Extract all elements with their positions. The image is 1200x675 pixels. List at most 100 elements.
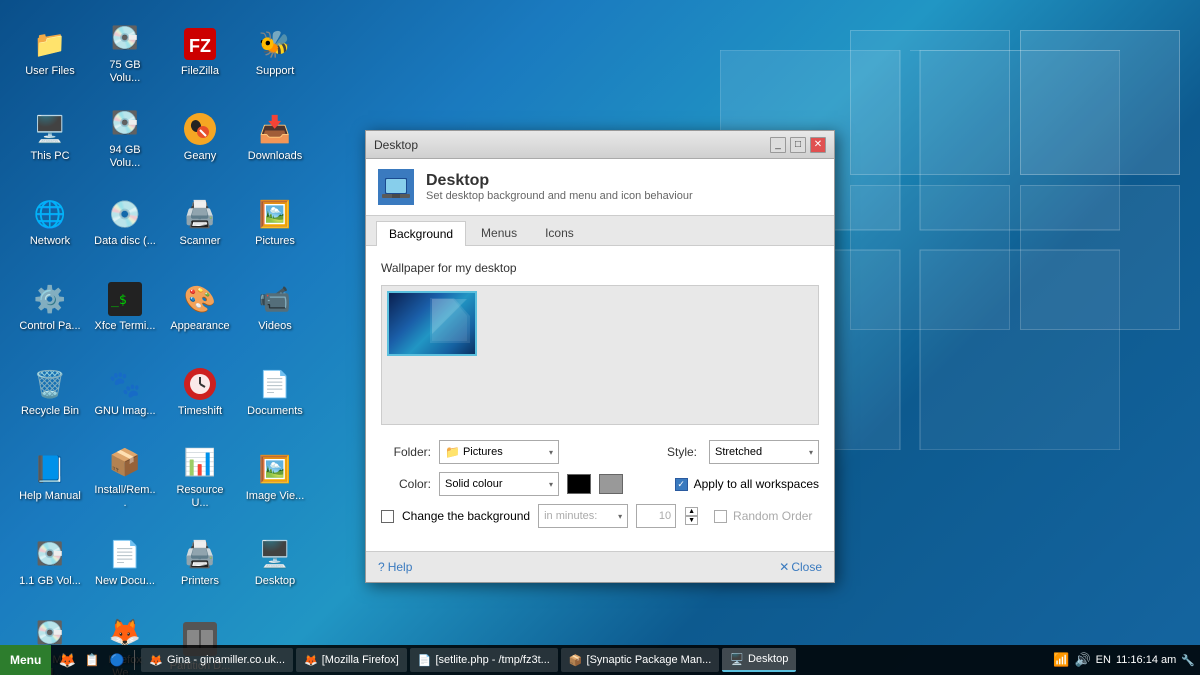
icon-appearance[interactable]: 🎨 Appearance — [165, 270, 235, 345]
icon-image-viewer[interactable]: 🖼️ Image Vie... — [240, 440, 310, 515]
change-bg-checkbox[interactable] — [381, 510, 394, 523]
tab-icons[interactable]: Icons — [532, 220, 587, 245]
dialog-app-icon — [378, 169, 414, 205]
dialog-titlebar: Desktop _ □ ✕ — [366, 131, 834, 159]
icon-user-files-label: User Files — [25, 65, 75, 78]
taskbar-icon-3[interactable]: 🔵 — [106, 649, 128, 671]
icon-geany-label: Geany — [184, 150, 216, 163]
taskbar-app-mozilla[interactable]: 🦊 [Mozilla Firefox] — [296, 648, 407, 672]
taskbar-icon-1[interactable]: 🦊 — [56, 649, 78, 671]
color-swatch-gray[interactable] — [599, 474, 623, 494]
wallpaper-grid[interactable] — [381, 285, 819, 425]
icon-help-manual[interactable]: 📘 Help Manual — [15, 440, 85, 515]
taskbar-tray-icon-3[interactable]: EN — [1096, 654, 1111, 666]
icon-control-panel[interactable]: ⚙️ Control Pa... — [15, 270, 85, 345]
icon-11gb-label: 1.1 GB Vol... — [19, 575, 81, 588]
minutes-input[interactable] — [636, 504, 676, 528]
taskbar-app-synaptic-icon: 📦 — [569, 654, 583, 667]
folder-label: Folder: — [381, 445, 431, 459]
tab-background[interactable]: Background — [376, 221, 466, 246]
minutes-up[interactable]: ▲ — [685, 507, 698, 516]
dialog-tabs: Background Menus Icons — [366, 216, 834, 246]
icon-gnu-image[interactable]: 🐾 GNU Imag... — [90, 355, 160, 430]
minutes-spinner: ▲ ▼ — [685, 507, 698, 525]
minutes-select[interactable]: in minutes: ▾ — [538, 504, 628, 528]
taskbar-app-setlite-icon: 📄 — [418, 654, 432, 667]
color-select[interactable]: Solid colour ▾ — [439, 472, 559, 496]
dialog-header: Desktop Set desktop background and menu … — [366, 159, 834, 216]
taskbar-app-desktop[interactable]: 🖥️ Desktop — [722, 648, 796, 672]
dialog-minimize-button[interactable]: _ — [770, 137, 786, 153]
icon-94gb[interactable]: 💽 94 GB Volu... — [90, 100, 160, 175]
taskbar-app-gina-icon: 🦊 — [149, 654, 163, 667]
taskbar-app-synaptic[interactable]: 📦 [Synaptic Package Man... — [561, 648, 719, 672]
style-select[interactable]: Stretched ▾ — [709, 440, 819, 464]
dialog-maximize-button[interactable]: □ — [790, 137, 806, 153]
taskbar-app-setlite[interactable]: 📄 [setlite.php - /tmp/fz3t... — [410, 648, 558, 672]
help-button[interactable]: ? Help — [378, 560, 412, 574]
icon-documents[interactable]: 📄 Documents — [240, 355, 310, 430]
icon-recycle-bin[interactable]: 🗑️ Recycle Bin — [15, 355, 85, 430]
icon-data-disc[interactable]: 💿 Data disc (... — [90, 185, 160, 260]
icon-11gb[interactable]: 💽 1.1 GB Vol... — [15, 525, 85, 600]
close-button[interactable]: ✕ Close — [779, 560, 822, 574]
icon-pictures[interactable]: 🖼️ Pictures — [240, 185, 310, 260]
icon-control-panel-label: Control Pa... — [19, 320, 80, 333]
taskbar-app-desktop-label: Desktop — [748, 653, 788, 665]
icon-filezilla[interactable]: FZ FileZilla — [165, 15, 235, 90]
minutes-down[interactable]: ▼ — [685, 516, 698, 525]
icon-new-document[interactable]: 📄 New Docu... — [90, 525, 160, 600]
apply-workspaces-label: Apply to all workspaces — [694, 477, 819, 491]
icon-recycle-bin-label: Recycle Bin — [21, 405, 79, 418]
icon-support[interactable]: 🐝 Support — [240, 15, 310, 90]
folder-select[interactable]: 📁 Pictures ▾ — [439, 440, 559, 464]
icon-scanner[interactable]: 🖨️ Scanner — [165, 185, 235, 260]
taskbar-tray-icon-1[interactable]: 📶 — [1053, 652, 1069, 668]
folder-select-arrow: ▾ — [549, 448, 553, 457]
icon-network-label: Network — [30, 235, 70, 248]
icon-geany[interactable]: Geany — [165, 100, 235, 175]
icon-install-remove[interactable]: 📦 Install/Rem... — [90, 440, 160, 515]
icon-data-disc-label: Data disc (... — [94, 235, 156, 248]
apply-workspaces-checkbox[interactable] — [675, 478, 688, 491]
color-select-arrow: ▾ — [549, 480, 553, 489]
icon-timeshift[interactable]: Timeshift — [165, 355, 235, 430]
icon-this-pc[interactable]: 🖥️ This PC — [15, 100, 85, 175]
icon-94gb-label: 94 GB Volu... — [94, 144, 156, 170]
desktop: 📁 User Files 💽 75 GB Volu... FZ FileZill… — [0, 0, 1200, 675]
icon-resource-u[interactable]: 📊 Resource U... — [165, 440, 235, 515]
taskbar-icon-2[interactable]: 📋 — [81, 649, 103, 671]
start-menu-button[interactable]: Menu — [0, 645, 51, 675]
icon-xfce-terminal[interactable]: _$ Xfce Termi... — [90, 270, 160, 345]
help-label: Help — [388, 560, 413, 574]
icon-downloads-label: Downloads — [248, 150, 302, 163]
icon-desktop-label: Desktop — [255, 575, 295, 588]
in-minutes-value: in minutes: — [544, 510, 618, 522]
desktop-dialog: Desktop _ □ ✕ Desktop Set desktop ba — [365, 130, 835, 583]
icon-videos[interactable]: 📹 Videos — [240, 270, 310, 345]
icon-printers[interactable]: 🖨️ Printers — [165, 525, 235, 600]
icon-network[interactable]: 🌐 Network — [15, 185, 85, 260]
taskbar-right: 📶 🔊 EN 11:16:14 am 🔧 — [1048, 652, 1200, 668]
minutes-select-arrow: ▾ — [618, 512, 622, 521]
wallpaper-item-selected[interactable] — [387, 291, 477, 356]
icon-gnu-image-label: GNU Imag... — [94, 405, 155, 418]
tab-menus[interactable]: Menus — [468, 220, 530, 245]
icon-desktop[interactable]: 🖥️ Desktop — [240, 525, 310, 600]
taskbar-app-gina[interactable]: 🦊 Gina - ginamiller.co.uk... — [141, 648, 293, 672]
icon-downloads[interactable]: 📥 Downloads — [240, 100, 310, 175]
svg-text:FZ: FZ — [189, 36, 211, 56]
taskbar-tray-icon-4[interactable]: 🔧 — [1181, 654, 1195, 667]
taskbar-clock[interactable]: 11:16:14 am — [1116, 653, 1176, 667]
question-icon: ? — [378, 560, 385, 574]
taskbar-tray-icon-2[interactable]: 🔊 — [1074, 652, 1090, 668]
color-swatch-black[interactable] — [567, 474, 591, 494]
dialog-close-button[interactable]: ✕ — [810, 137, 826, 153]
folder-value: Pictures — [460, 446, 549, 458]
dialog-title: Desktop — [374, 138, 418, 152]
random-order-checkbox[interactable] — [714, 510, 727, 523]
change-bg-label: Change the background — [402, 509, 530, 523]
taskbar-app-gina-label: Gina - ginamiller.co.uk... — [167, 654, 285, 666]
icon-75gb[interactable]: 💽 75 GB Volu... — [90, 15, 160, 90]
icon-user-files[interactable]: 📁 User Files — [15, 15, 85, 90]
